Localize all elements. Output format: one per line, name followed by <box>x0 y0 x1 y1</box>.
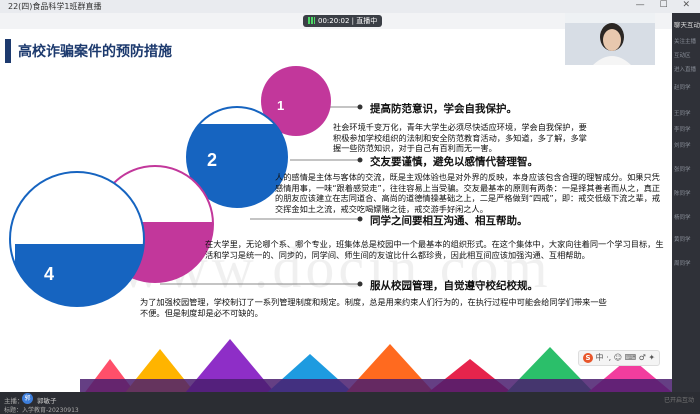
chat-message: 杨同学 <box>674 215 691 221</box>
measure-3-heading: 同学之间要相互沟通、相互帮助。 <box>370 215 528 227</box>
host-avatar[interactable]: 郭 <box>22 393 33 404</box>
window-controls[interactable]: — ☐ ✕ <box>636 0 696 10</box>
measure-2-body: 人的感情是主体与客体的交流，既是主观体验也是对外界的反映，本身应该包含合理的理智… <box>275 172 661 214</box>
chat-message: 赵同学 <box>674 85 691 91</box>
chat-panel-title: 聊天互动 <box>674 21 700 29</box>
measure-4-body: 为了加强校园管理，学校制订了一系列管理制度和规定。制度，总是用来约束人们行为的，… <box>140 297 607 318</box>
chat-message: 李同学 <box>674 127 691 133</box>
live-timer: 00:20:02 <box>318 17 350 25</box>
measure-1-body: 社会环境千变万化，青年大学生必须尽快适应环境，学会自我保护，要积极参加学校组织的… <box>333 122 587 153</box>
chat-message: 刘同学 <box>674 143 691 149</box>
chat-message: 进入直播 <box>674 67 697 73</box>
host-label: 主播： <box>4 397 24 405</box>
live-status-text: 直播中 <box>356 17 378 25</box>
chat-message: 关注主播 <box>674 39 697 45</box>
measure-3-body: 在大学里，无论哪个系、哪个专业，班集体总是校园中一个最基本的组织形式。在这个集体… <box>205 239 664 260</box>
ime-toolbar[interactable]: S 中 ·, ☺ ⌨ ♂ ✦ <box>578 350 661 366</box>
chat-message: 张同学 <box>674 167 691 173</box>
measure-4-heading: 服从校园管理，自觉遵守校纪校规。 <box>370 280 538 292</box>
circle-2-number: 2 <box>207 150 218 170</box>
circle-4-number: 4 <box>44 264 55 284</box>
bullet-dot-2 <box>357 157 363 163</box>
host-webcam[interactable] <box>565 13 655 65</box>
stream-footer: 主播： 郭 郭敏子 标题：入学教育-20230913 已开启互动 <box>0 392 700 414</box>
chat-message: 王同学 <box>674 111 691 117</box>
ime-toolbar-label: 中 ·, ☺ ⌨ ♂ ✦ <box>595 353 656 362</box>
window-titlebar: 22(四)食品科学1班群直播 — ☐ ✕ <box>0 0 700 13</box>
signal-icon <box>308 17 315 24</box>
chat-message: 周同学 <box>674 261 691 267</box>
measure-2-heading: 交友要谨慎，避免以感情代替理智。 <box>370 156 538 168</box>
sogou-icon: S <box>583 353 593 363</box>
interaction-status: 已开启互动 <box>663 397 694 404</box>
live-status-pill: 00:20:02 | 直播中 <box>303 15 383 27</box>
circle-1-number: 1 <box>277 98 285 113</box>
chat-message: 互动区 <box>674 53 691 59</box>
stream-topic: 标题：入学教育-20230913 <box>4 407 79 414</box>
shared-slide: 高校诈骗案件的预防措施 www.docin.com 1 2 3 4 提高防范意识… <box>0 29 672 392</box>
bullet-dot-4 <box>357 281 363 287</box>
measure-1-heading: 提高防范意识，学会自我保护。 <box>370 103 517 115</box>
webcam-person-image <box>565 13 655 65</box>
bullet-dot-1 <box>357 104 363 110</box>
chat-panel[interactable]: 聊天互动 关注主播 互动区 进入直播 赵同学 王同学 李同学 刘同学 张同学 陈… <box>672 13 700 392</box>
bullet-dot-3 <box>357 216 363 222</box>
host-name: 郭敏子 <box>37 397 57 405</box>
chat-message: 黄同学 <box>674 237 691 243</box>
window-title: 22(四)食品科学1班群直播 <box>8 2 102 11</box>
circle-3-number: 3 <box>125 210 136 230</box>
chat-message: 陈同学 <box>674 191 691 197</box>
